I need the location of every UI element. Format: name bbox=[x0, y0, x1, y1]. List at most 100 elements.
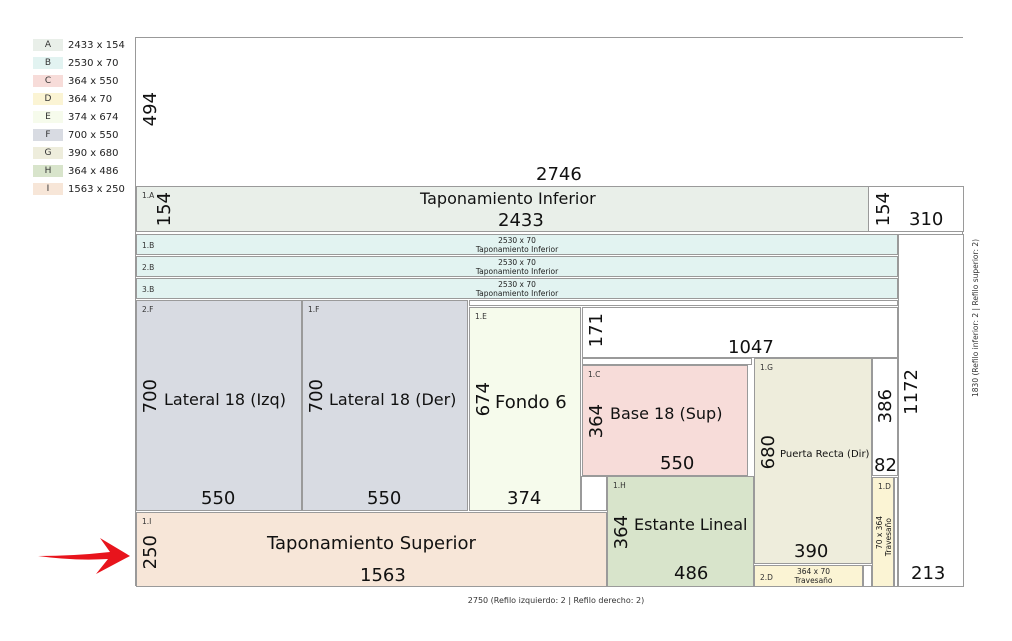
piece-1D-label: Travesaño bbox=[884, 518, 893, 557]
strip-3B[interactable]: 3.B 2530 x 70 Taponamiento Inferior bbox=[136, 278, 898, 299]
piece-1I-id: 1.I bbox=[142, 517, 152, 526]
legend-size: 390 x 680 bbox=[68, 147, 119, 159]
legend-swatch: F bbox=[33, 129, 63, 141]
legend-swatch: E bbox=[33, 111, 63, 123]
piece-1A[interactable]: 1.A 154 Taponamiento Inferior 2433 bbox=[136, 186, 869, 232]
strip-1B[interactable]: 1.B 2530 x 70 Taponamiento Inferior bbox=[136, 234, 898, 255]
legend-swatch: G bbox=[33, 147, 63, 159]
piece-1I-label: Taponamiento Superior bbox=[267, 533, 476, 554]
piece-1E-height: 674 bbox=[473, 382, 494, 417]
strip-2B-label: Taponamiento Inferior bbox=[475, 267, 559, 276]
piece-1D-id: 1.D bbox=[878, 482, 891, 491]
piece-2F-width: 550 bbox=[201, 488, 236, 509]
piece-1C-id: 1.C bbox=[588, 370, 601, 379]
waste-right-column-width: 213 bbox=[911, 563, 946, 584]
legend-item: C 364 x 550 bbox=[33, 72, 125, 90]
piece-1E[interactable]: 1.E 674 Fondo 6 374 bbox=[469, 307, 581, 511]
strip-2B-size: 2530 x 70 bbox=[498, 258, 536, 267]
waste-small: 386 82 bbox=[872, 358, 898, 476]
piece-2D[interactable]: 2.D 364 x 70 Travesaño bbox=[754, 565, 863, 587]
strip-1B-label: Taponamiento Inferior bbox=[475, 245, 559, 254]
piece-1A-id: 1.A bbox=[142, 191, 155, 200]
piece-1I[interactable]: 1.I 250 Taponamiento Superior 1563 bbox=[136, 512, 607, 587]
legend-size: 2433 x 154 bbox=[68, 39, 125, 51]
piece-1H-height: 364 bbox=[611, 515, 632, 550]
strip-1B-size: 2530 x 70 bbox=[498, 236, 536, 245]
piece-2D-label: Travesaño bbox=[794, 576, 833, 585]
legend-size: 2530 x 70 bbox=[68, 57, 119, 69]
waste-small-width: 82 bbox=[874, 455, 897, 476]
arrow-right-icon bbox=[38, 538, 130, 574]
piece-1A-width: 2433 bbox=[498, 210, 544, 231]
legend-size: 700 x 550 bbox=[68, 129, 119, 141]
piece-1I-width: 1563 bbox=[360, 565, 406, 586]
legend-item: G 390 x 680 bbox=[33, 144, 125, 162]
waste-mid-width: 1047 bbox=[728, 337, 774, 358]
piece-1C[interactable]: 1.C 364 Base 18 (Sup) 550 bbox=[582, 365, 748, 476]
legend-item: D 364 x 70 bbox=[33, 90, 125, 108]
board-width-label: 2750 (Refilo izquierdo: 2 | Refilo derec… bbox=[467, 596, 645, 605]
piece-1F-height: 700 bbox=[306, 379, 327, 414]
legend-item: A 2433 x 154 bbox=[33, 36, 125, 54]
piece-2F[interactable]: 2.F 700 Lateral 18 (Izq) 550 bbox=[136, 300, 302, 511]
legend-swatch: A bbox=[33, 39, 63, 51]
waste-mid: 171 1047 bbox=[582, 307, 898, 358]
waste-mid-height: 171 bbox=[586, 313, 607, 348]
waste-mid-thin bbox=[582, 358, 752, 365]
piece-1C-height: 364 bbox=[586, 404, 607, 439]
legend-size: 364 x 486 bbox=[68, 165, 119, 177]
legend-item: F 700 x 550 bbox=[33, 126, 125, 144]
waste-right-A-width: 310 bbox=[909, 209, 944, 230]
piece-1D[interactable]: 1.D 70 x 364 Travesaño bbox=[872, 477, 894, 587]
legend-swatch: I bbox=[33, 183, 63, 195]
waste-right-of-2D bbox=[863, 565, 872, 587]
legend-size: 374 x 674 bbox=[68, 111, 119, 123]
piece-1G-id: 1.G bbox=[760, 363, 773, 372]
piece-1G[interactable]: 1.G 680 Puerta Recta (Dir) 390 bbox=[754, 358, 872, 564]
legend-item: E 374 x 674 bbox=[33, 108, 125, 126]
legend-item: B 2530 x 70 bbox=[33, 54, 125, 72]
waste-right-column: 1172 213 bbox=[898, 234, 964, 587]
waste-right-A-height: 154 bbox=[873, 192, 894, 227]
legend-item: H 364 x 486 bbox=[33, 162, 125, 180]
piece-1F[interactable]: 1.F 700 Lateral 18 (Der) 550 bbox=[302, 300, 468, 511]
piece-1H-width: 486 bbox=[674, 563, 709, 584]
piece-2D-size: 364 x 70 bbox=[796, 567, 831, 576]
piece-1H-id: 1.H bbox=[613, 481, 626, 490]
legend-item: I 1563 x 250 bbox=[33, 180, 125, 198]
piece-1F-id: 1.F bbox=[308, 305, 320, 314]
strip-3B-size: 2530 x 70 bbox=[498, 280, 536, 289]
piece-1E-label: Fondo 6 bbox=[495, 392, 567, 413]
strip-3B-label: Taponamiento Inferior bbox=[475, 289, 559, 298]
piece-1E-width: 374 bbox=[507, 488, 542, 509]
piece-2F-id: 2.F bbox=[142, 305, 154, 314]
legend-size: 364 x 70 bbox=[68, 93, 113, 105]
piece-2F-height: 700 bbox=[140, 379, 161, 414]
waste-right-column-height: 1172 bbox=[901, 369, 922, 415]
waste-top: 494 2746 bbox=[136, 38, 964, 187]
waste-top-width: 2746 bbox=[536, 164, 582, 185]
legend-size: 1563 x 250 bbox=[68, 183, 125, 195]
piece-1H[interactable]: 1.H 364 Estante Lineal 486 bbox=[607, 476, 754, 587]
legend-size: 364 x 550 bbox=[68, 75, 119, 87]
legend-swatch: C bbox=[33, 75, 63, 87]
cutting-board: 494 2746 1.A 154 Taponamiento Inferior 2… bbox=[135, 37, 964, 587]
legend: A 2433 x 154 B 2530 x 70 C 364 x 550 D 364 x 70… bbox=[33, 36, 125, 198]
waste-top-height: 494 bbox=[140, 92, 161, 127]
waste-right-of-1D bbox=[894, 477, 898, 587]
legend-swatch: H bbox=[33, 165, 63, 177]
strip-2B[interactable]: 2.B 2530 x 70 Taponamiento Inferior bbox=[136, 256, 898, 277]
piece-1I-height: 250 bbox=[140, 535, 161, 570]
board-height-label: 1830 (Refilo inferior: 2 | Refilo superi… bbox=[971, 238, 980, 398]
waste-thin bbox=[469, 300, 898, 306]
piece-1G-label: Puerta Recta (Dir) bbox=[780, 449, 870, 460]
waste-right-A: 154 310 bbox=[868, 186, 964, 232]
piece-1G-width: 390 bbox=[794, 541, 829, 562]
piece-1C-width: 550 bbox=[660, 453, 695, 474]
piece-1G-height: 680 bbox=[758, 435, 779, 470]
piece-1A-height: 154 bbox=[154, 192, 175, 227]
waste-small-height: 386 bbox=[875, 389, 896, 424]
piece-1F-label: Lateral 18 (Der) bbox=[329, 390, 457, 409]
piece-1F-width: 550 bbox=[367, 488, 402, 509]
waste-under-E bbox=[581, 476, 607, 511]
